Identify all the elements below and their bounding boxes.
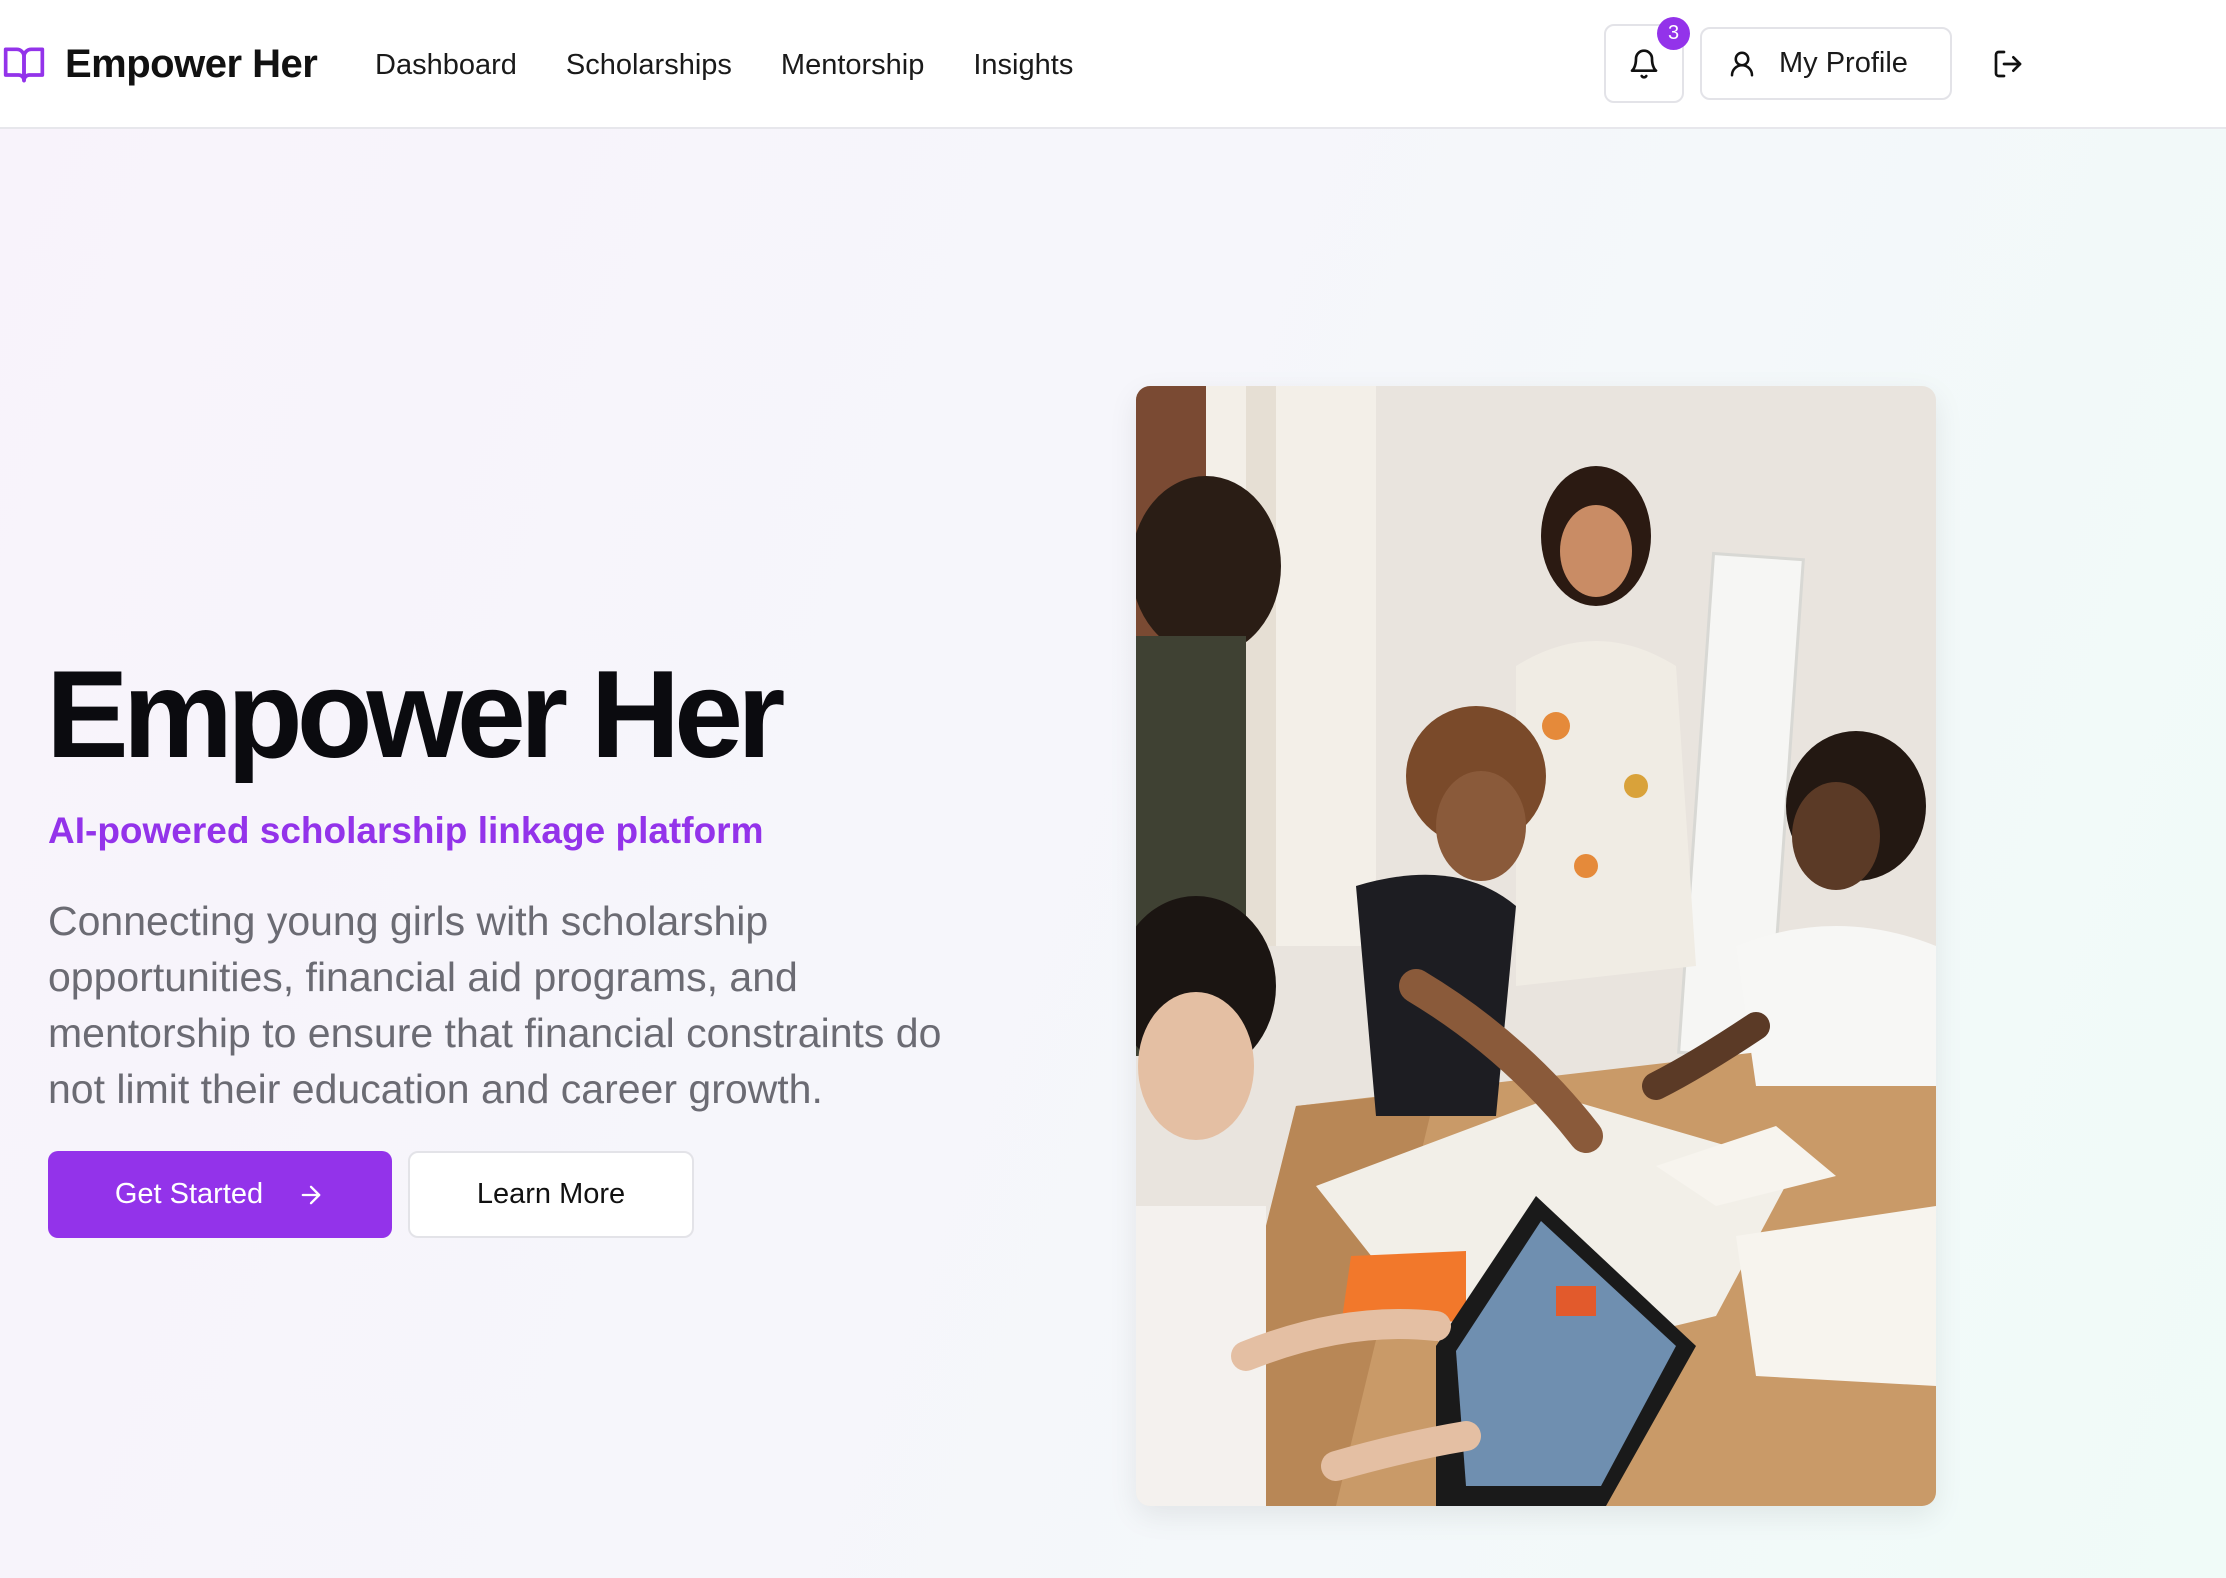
my-profile-button[interactable]: My Profile (1700, 27, 1952, 100)
get-started-button[interactable]: Get Started (48, 1151, 392, 1238)
top-navbar: Empower Her Dashboard Scholarships Mento… (0, 0, 2226, 129)
notification-count-badge: 3 (1657, 17, 1690, 50)
bell-icon (1630, 48, 1658, 79)
get-started-label: Get Started (114, 1178, 264, 1210)
learn-more-button[interactable]: Learn More (408, 1151, 694, 1238)
user-icon (1730, 51, 1754, 76)
learn-more-label: Learn More (476, 1178, 626, 1210)
hero-subtitle: AI-powered scholarship linkage platform (48, 810, 764, 851)
log-out-icon (1994, 50, 2022, 78)
logout-button[interactable] (1988, 44, 2028, 84)
nav-insights[interactable]: Insights (973, 49, 1073, 82)
nav-mentorship[interactable]: Mentorship (781, 49, 924, 82)
arrow-right-icon (301, 1185, 321, 1204)
brand-name: Empower Her (65, 41, 318, 86)
hero-photo (1136, 386, 1936, 1506)
hero-description: Connecting young girls with scholarship … (48, 898, 942, 1112)
my-profile-label: My Profile (1779, 47, 1908, 79)
hero-title: Empower Her (46, 646, 785, 784)
hero-photo-illustration (1136, 386, 1936, 1506)
nav-scholarships[interactable]: Scholarships (566, 49, 732, 82)
nav-dashboard[interactable]: Dashboard (375, 49, 517, 82)
open-book-icon (3, 47, 45, 83)
main-nav: Dashboard Scholarships Mentorship Insigh… (375, 40, 1122, 90)
brand[interactable]: Empower Her (0, 34, 318, 94)
